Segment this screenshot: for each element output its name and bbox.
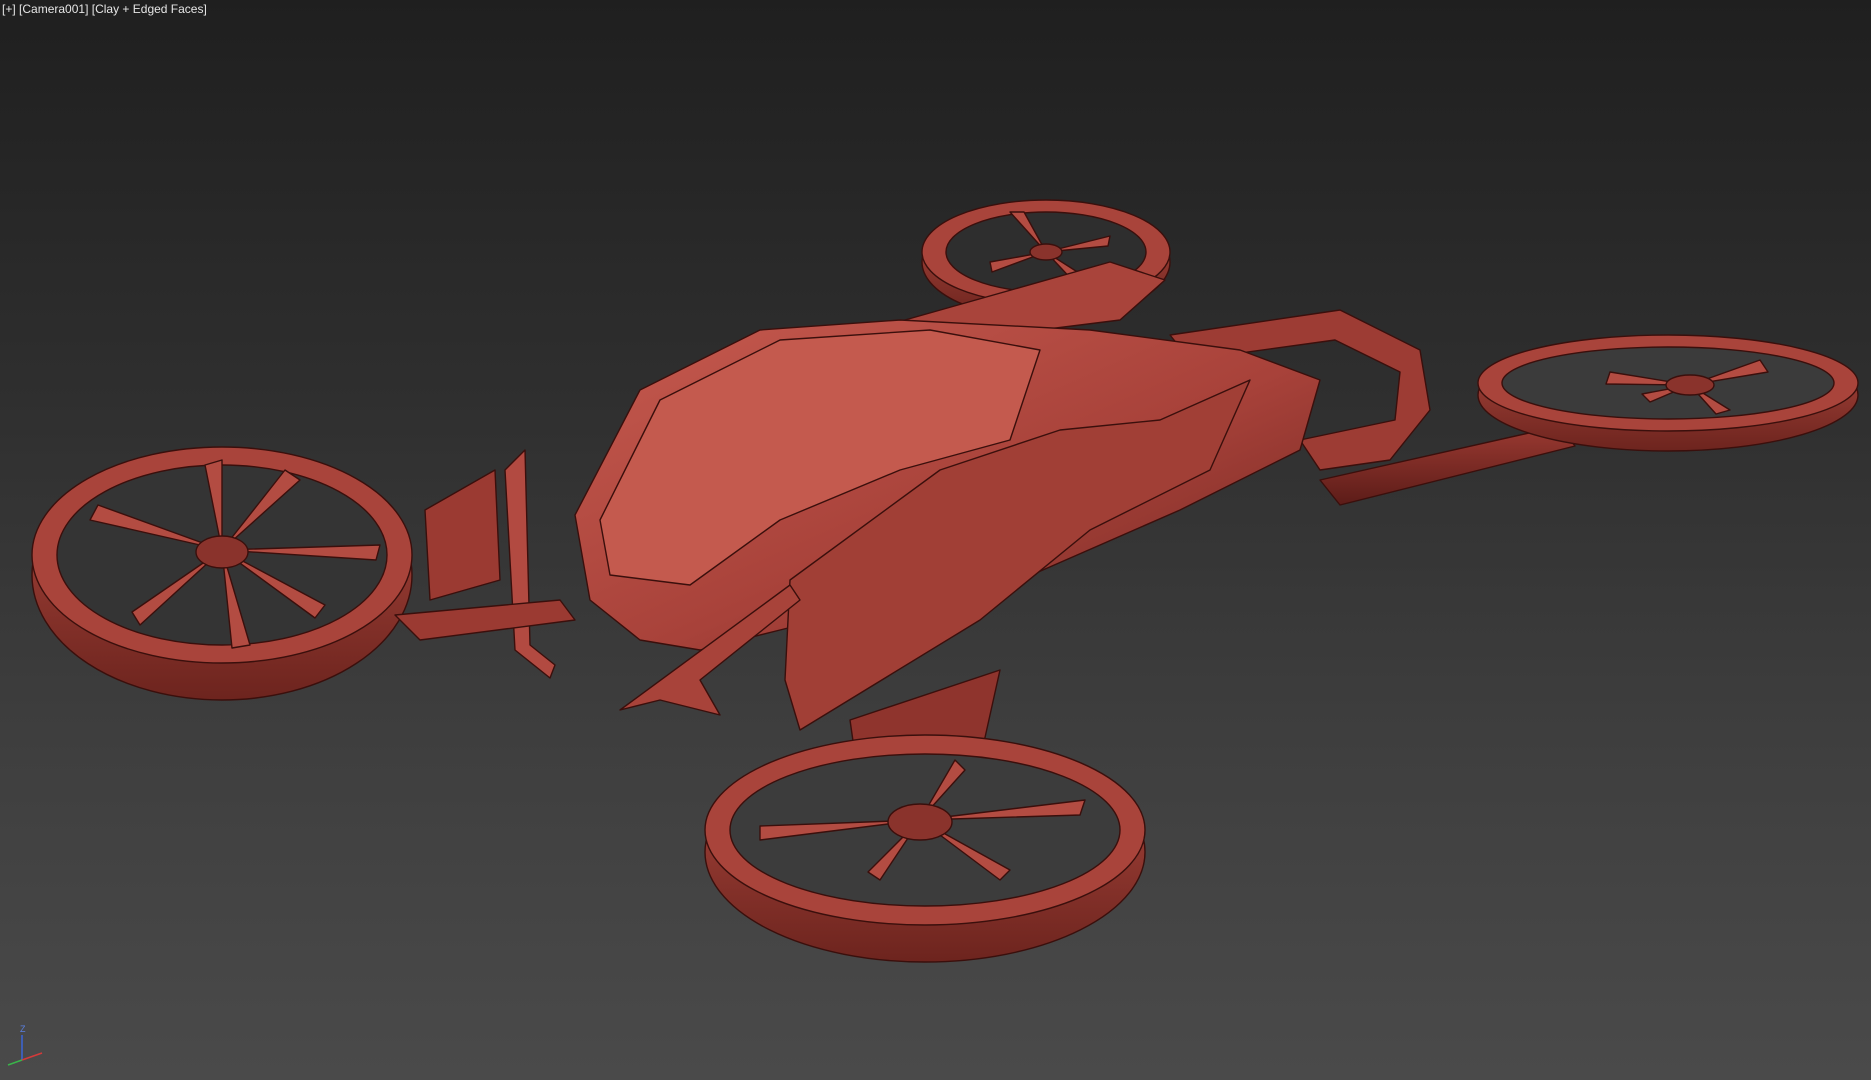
front-fin-left	[504, 449, 556, 679]
drone-model[interactable]	[0, 0, 1871, 1080]
arm-left	[394, 599, 576, 641]
rotor-left	[31, 446, 413, 701]
axis-z-label: Z	[20, 1024, 26, 1034]
rotor-front	[704, 734, 1146, 963]
3d-viewport[interactable]: [+] [Camera001] [Clay + Edged Faces] Z	[0, 0, 1871, 1080]
side-block-left	[424, 469, 501, 601]
rotor-right	[1477, 334, 1859, 452]
axis-gizmo: Z	[7, 1024, 43, 1066]
